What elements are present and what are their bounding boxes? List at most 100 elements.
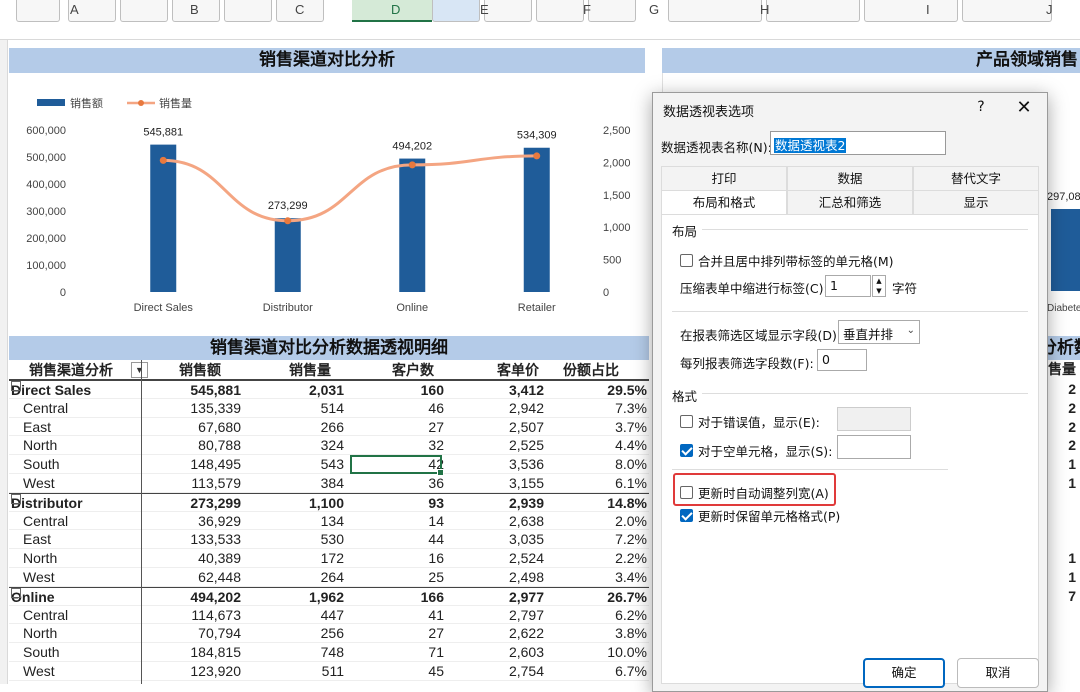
cell-unit-price[interactable]: 3,155 [509, 474, 544, 493]
cell-sales[interactable]: 545,881 [190, 381, 241, 400]
cell-sales[interactable]: 135,339 [190, 399, 241, 418]
cell-sales[interactable]: 70,794 [198, 624, 241, 643]
cell-unit-price[interactable]: 2,638 [509, 512, 544, 531]
cell-sales[interactable]: 123,920 [190, 662, 241, 681]
cell-sales[interactable]: 273,299 [190, 494, 241, 513]
cell-customers[interactable]: 27 [428, 624, 444, 643]
empty-cell-option[interactable]: 对于空单元格，显示(S): [680, 441, 832, 460]
row-header-strip[interactable] [0, 40, 8, 684]
cell-customers[interactable]: 45 [428, 662, 444, 681]
cell-channel[interactable]: Direct Sales [11, 382, 91, 398]
cell-unit-price[interactable]: 2,524 [509, 549, 544, 568]
pivot-detail-row[interactable]: South 184,815 748 71 2,603 10.0% [9, 643, 649, 662]
column-letter[interactable]: G [649, 2, 659, 17]
preserve-format-checkbox[interactable] [680, 509, 693, 522]
cell-share[interactable]: 4.4% [615, 436, 647, 455]
cell-quantity[interactable]: 384 [321, 474, 344, 493]
cell-customers[interactable]: 25 [428, 568, 444, 587]
column-letter[interactable]: J [1046, 2, 1053, 17]
preserve-format-option[interactable]: 更新时保留单元格格式(P) [680, 506, 840, 525]
cell-channel[interactable]: South [23, 643, 60, 662]
cell-quantity[interactable]: 543 [321, 455, 344, 474]
cell-quantity[interactable]: 266 [321, 418, 344, 437]
pivot-name-input[interactable]: 数据透视表2 [770, 131, 946, 155]
cell-sales[interactable]: 113,579 [191, 474, 241, 493]
ribbon-button[interactable] [668, 0, 762, 22]
pivot-group-row[interactable]: − Online 494,202 1,962 166 2,977 26.7% [9, 586, 649, 607]
cell-quantity[interactable]: 447 [321, 606, 344, 625]
cell-channel[interactable]: South [23, 455, 60, 474]
selected-cell[interactable] [350, 455, 444, 476]
cell-share[interactable]: 7.3% [615, 399, 647, 418]
cell-sales[interactable]: 67,680 [198, 418, 241, 437]
cell-customers[interactable]: 36 [428, 474, 444, 493]
cell-quantity[interactable]: 1,100 [309, 494, 344, 513]
column-letter[interactable]: D [391, 2, 400, 17]
tab-totals-filters[interactable]: 汇总和筛选 [787, 190, 913, 214]
cell-unit-price[interactable]: 2,622 [509, 624, 544, 643]
cell-channel[interactable]: East [23, 530, 51, 549]
column-letter[interactable]: I [926, 2, 930, 17]
sales-channel-chart[interactable]: 600,000 500,000 400,000 300,000 200,000 100,0… [9, 73, 647, 321]
cell-unit-price[interactable]: 2,977 [509, 588, 544, 607]
cell-share[interactable]: 7.2% [615, 530, 647, 549]
tab-print[interactable]: 打印 [661, 166, 787, 190]
cell-sales[interactable]: 80,788 [198, 436, 241, 455]
cell-unit-price[interactable]: 3,536 [509, 455, 544, 474]
cell-unit-price[interactable]: 3,412 [509, 381, 544, 400]
cell-share[interactable]: 6.7% [615, 662, 647, 681]
cell-quantity[interactable]: 264 [321, 568, 344, 587]
cell-customers[interactable]: 16 [428, 549, 444, 568]
pivot-detail-row[interactable]: West 113,579 384 36 3,155 6.1% [9, 474, 649, 493]
pivot-group-row[interactable]: − Distributor 273,299 1,100 93 2,939 14.8% [9, 492, 649, 513]
cell-share[interactable]: 3.4% [615, 568, 647, 587]
cell-customers[interactable]: 14 [428, 512, 444, 531]
cell-quantity[interactable]: 1,962 [309, 588, 344, 607]
cell-unit-price[interactable]: 2,498 [509, 568, 544, 587]
error-value-option[interactable]: 对于错误值，显示(E): [680, 412, 820, 431]
cell-customers[interactable]: 27 [428, 418, 444, 437]
column-letter[interactable]: B [190, 2, 199, 17]
indent-input[interactable]: 1 [825, 275, 871, 297]
column-letter[interactable]: F [583, 2, 591, 17]
cell-channel[interactable]: Central [23, 512, 68, 531]
cell-quantity[interactable]: 514 [321, 399, 344, 418]
cell-customers[interactable]: 46 [428, 399, 444, 418]
cell-unit-price[interactable]: 3,035 [509, 530, 544, 549]
cell-channel[interactable]: East [23, 418, 51, 437]
cell-customers[interactable]: 160 [421, 381, 444, 400]
cell-sales[interactable]: 494,202 [190, 588, 241, 607]
filter-dropdown-icon[interactable]: ▼ [131, 362, 148, 378]
cell-quantity[interactable]: 2,031 [309, 381, 344, 400]
cell-channel[interactable]: North [23, 624, 57, 643]
cell-quantity[interactable]: 748 [321, 643, 344, 662]
collapse-icon[interactable]: − [11, 493, 21, 509]
cell-quantity[interactable]: 134 [321, 512, 344, 531]
pivot-detail-row[interactable]: North 70,794 256 27 2,622 3.8% [9, 624, 649, 644]
cell-sales[interactable]: 62,448 [198, 568, 241, 587]
cell-sales[interactable]: 114,673 [191, 606, 241, 625]
empty-cell-input[interactable] [837, 435, 911, 459]
pivot-group-row[interactable]: − Direct Sales 545,881 2,031 160 3,412 29.5% [9, 380, 649, 399]
ribbon-button[interactable] [864, 0, 958, 22]
pivot-detail-row[interactable]: North 80,788 324 32 2,525 4.4% [9, 436, 649, 456]
tab-layout-format[interactable]: 布局和格式 [661, 190, 787, 214]
cell-customers[interactable]: 71 [428, 643, 444, 662]
cell-share[interactable]: 3.8% [615, 624, 647, 643]
pivot-detail-row[interactable]: South 148,495 543 42 3,536 8.0% [9, 455, 649, 474]
cell-channel[interactable]: North [23, 436, 57, 455]
cell-quantity[interactable]: 530 [321, 530, 344, 549]
pivot-detail-row[interactable]: Central 135,339 514 46 2,942 7.3% [9, 399, 649, 418]
pivot-table[interactable]: 销售渠道分析 ▼ 销售额 销售量 客户数 客单价 份额占比 − Direct Sa… [9, 360, 649, 681]
ribbon-button[interactable] [432, 0, 480, 22]
cell-quantity[interactable]: 172 [321, 549, 344, 568]
column-letter[interactable]: E [480, 2, 489, 17]
cell-share[interactable]: 8.0% [615, 455, 647, 474]
collapse-icon[interactable]: − [11, 381, 21, 396]
cell-share[interactable]: 26.7% [607, 588, 647, 607]
cell-customers[interactable]: 166 [421, 588, 444, 607]
tab-display[interactable]: 显示 [913, 190, 1039, 214]
ribbon-button[interactable] [484, 0, 532, 22]
pivot-detail-row[interactable]: East 133,533 530 44 3,035 7.2% [9, 530, 649, 550]
cell-share[interactable]: 10.0% [607, 643, 647, 662]
